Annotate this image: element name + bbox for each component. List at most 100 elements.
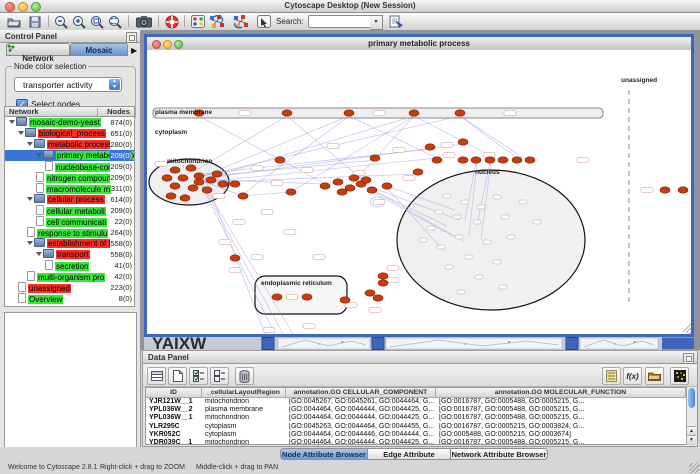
import-table-icon[interactable]	[645, 367, 664, 385]
network-node[interactable]	[238, 193, 248, 199]
scrollbar-thumb[interactable]	[688, 388, 695, 408]
background-window-edge[interactable]	[662, 338, 694, 350]
network-node[interactable]	[333, 179, 343, 185]
expand-arrow-icon[interactable]	[27, 241, 33, 245]
table-row[interactable]: YDR039C__1mitochondrion[GO:0044464, GO:0…	[146, 439, 686, 445]
background-window-edge[interactable]	[372, 338, 384, 350]
save-session-icon[interactable]	[27, 14, 43, 29]
select-all-attributes-icon[interactable]	[189, 367, 208, 385]
edge[interactable]	[201, 182, 283, 334]
snapshot-icon[interactable]	[136, 14, 152, 29]
column-header-2[interactable]: annotation.GO CELLULAR_COMPONENT	[286, 388, 436, 397]
network-node[interactable]	[373, 295, 383, 301]
network-node[interactable]	[432, 157, 442, 163]
expand-arrow-icon[interactable]	[9, 120, 15, 124]
network-node[interactable]	[361, 177, 371, 183]
network-node[interactable]	[202, 187, 212, 193]
scroll-down-arrow[interactable]: ▼	[687, 435, 696, 445]
column-header-0[interactable]: ID	[146, 388, 202, 397]
tree-row-response-to-stimulu[interactable]: response to stimulu264(0)	[5, 227, 134, 238]
network-node[interactable]	[458, 157, 468, 163]
search-dropdown-arrow[interactable]: ▾	[370, 15, 383, 30]
background-window-edge[interactable]	[566, 338, 578, 350]
table-row[interactable]: YPL036W__1mitochondrion[GO:0044464, GO:0…	[146, 414, 686, 422]
network-node[interactable]	[413, 169, 423, 175]
resize-grip[interactable]	[689, 463, 699, 473]
color-attribute-dropdown[interactable]: transporter activity ▲▼	[14, 77, 122, 92]
float-panel-icon[interactable]	[126, 32, 137, 43]
zoom-out-icon[interactable]	[53, 14, 69, 29]
network-node[interactable]	[382, 183, 392, 189]
search-input[interactable]	[308, 15, 372, 28]
network-node[interactable]	[230, 181, 240, 187]
layout-network-icon[interactable]	[209, 14, 225, 29]
net-close-button[interactable]	[152, 40, 161, 49]
network-node[interactable]	[320, 183, 330, 189]
tree-row-nucleobase-contain[interactable]: nucleobase-contain209(0)	[5, 161, 134, 172]
expand-arrow-icon[interactable]	[18, 131, 24, 135]
network-node[interactable]	[485, 157, 495, 163]
network-canvas[interactable]: plasma membranecytoplasmmitochondrionnuc…	[147, 50, 691, 334]
network-node[interactable]	[194, 173, 204, 179]
network-node[interactable]	[365, 290, 375, 296]
network-node[interactable]	[194, 179, 204, 185]
network-node[interactable]	[206, 177, 216, 183]
network-node[interactable]	[186, 165, 196, 171]
tree-row-cellular-process[interactable]: cellular process614(0)	[5, 194, 134, 205]
background-window-edge[interactable]	[262, 338, 274, 350]
zoom-window-button[interactable]	[31, 2, 41, 12]
network-node[interactable]	[230, 255, 240, 261]
table-row[interactable]: YJR121W__1mitochondrion[GO:0045267, GO:0…	[146, 398, 686, 406]
network-node[interactable]	[340, 297, 350, 303]
attribute-grid-icon[interactable]	[147, 367, 166, 385]
tree-row-primary-metabolic-proc[interactable]: primary metabolic proc209(0)	[5, 150, 134, 161]
edge[interactable]	[203, 184, 293, 334]
network-node[interactable]	[471, 157, 481, 163]
network-node[interactable]	[180, 195, 190, 201]
tree-row-overview[interactable]: Overview8(0)	[5, 293, 134, 304]
network-node[interactable]	[272, 294, 282, 300]
network-node[interactable]	[458, 139, 468, 145]
network-node[interactable]	[370, 155, 380, 161]
expand-arrow-icon[interactable]	[27, 197, 33, 201]
attribute-list-icon[interactable]	[602, 367, 621, 385]
edge[interactable]	[211, 160, 375, 176]
network-node[interactable]	[367, 187, 377, 193]
annotation-icon[interactable]	[256, 14, 272, 29]
network-node[interactable]	[218, 181, 228, 187]
network-node[interactable]	[286, 189, 296, 195]
tab-node-attribute-browser[interactable]: Node Attribute Browser	[280, 448, 368, 460]
network-node[interactable]	[166, 193, 176, 199]
function-builder-icon[interactable]: f(x)	[623, 367, 642, 385]
net-minimize-button[interactable]	[163, 40, 172, 49]
tree-row-mosaic-demo-yeast[interactable]: mosaic-demo-yeast874(0)	[5, 117, 134, 128]
table-row[interactable]: YKR052Ccytoplasm[GO:0044464, GO:0044446,…	[146, 431, 686, 439]
network-node[interactable]	[378, 280, 388, 286]
heatmap-icon[interactable]	[670, 367, 689, 385]
column-header-3[interactable]: annotation.GO MOLECULAR_FUNCTION	[436, 388, 686, 397]
network-node[interactable]	[525, 157, 535, 163]
network-node[interactable]	[349, 175, 359, 181]
tab-edge-attribute-browser[interactable]: Edge Attribute Browser	[367, 448, 451, 460]
tab-network-attribute-browser[interactable]: Network Attribute Browser	[450, 448, 548, 460]
tree-row-nitrogen-compoun[interactable]: nitrogen compoun209(0)	[5, 172, 134, 183]
tab-network[interactable]: Network	[6, 43, 70, 56]
network-node[interactable]	[188, 185, 198, 191]
network-node[interactable]	[344, 110, 354, 116]
tree-row-metabolic-process[interactable]: metabolic process280(0)	[5, 139, 134, 150]
network-node[interactable]	[425, 144, 435, 150]
open-session-icon[interactable]	[6, 14, 22, 29]
table-row[interactable]: YLR295Ccytoplasm[GO:0045263, GO:0044464,…	[146, 423, 686, 431]
tree-row-unassigned[interactable]: unassigned223(0)	[5, 282, 134, 293]
table-scrollbar[interactable]: ▲ ▼	[686, 387, 696, 445]
attribute-table[interactable]: ID_cellularLayoutRegionannotation.GO CEL…	[145, 387, 687, 445]
import-attributes-icon[interactable]	[388, 14, 404, 29]
network-node[interactable]	[282, 110, 292, 116]
expand-arrow-icon[interactable]	[27, 142, 33, 146]
vizmapper-icon[interactable]	[190, 14, 206, 29]
minimize-window-button[interactable]	[18, 2, 28, 12]
canvas-resize-grip[interactable]	[683, 324, 691, 334]
help-icon[interactable]	[164, 14, 180, 29]
net-zoom-button[interactable]	[174, 40, 183, 49]
expand-arrow-icon[interactable]	[36, 252, 42, 256]
